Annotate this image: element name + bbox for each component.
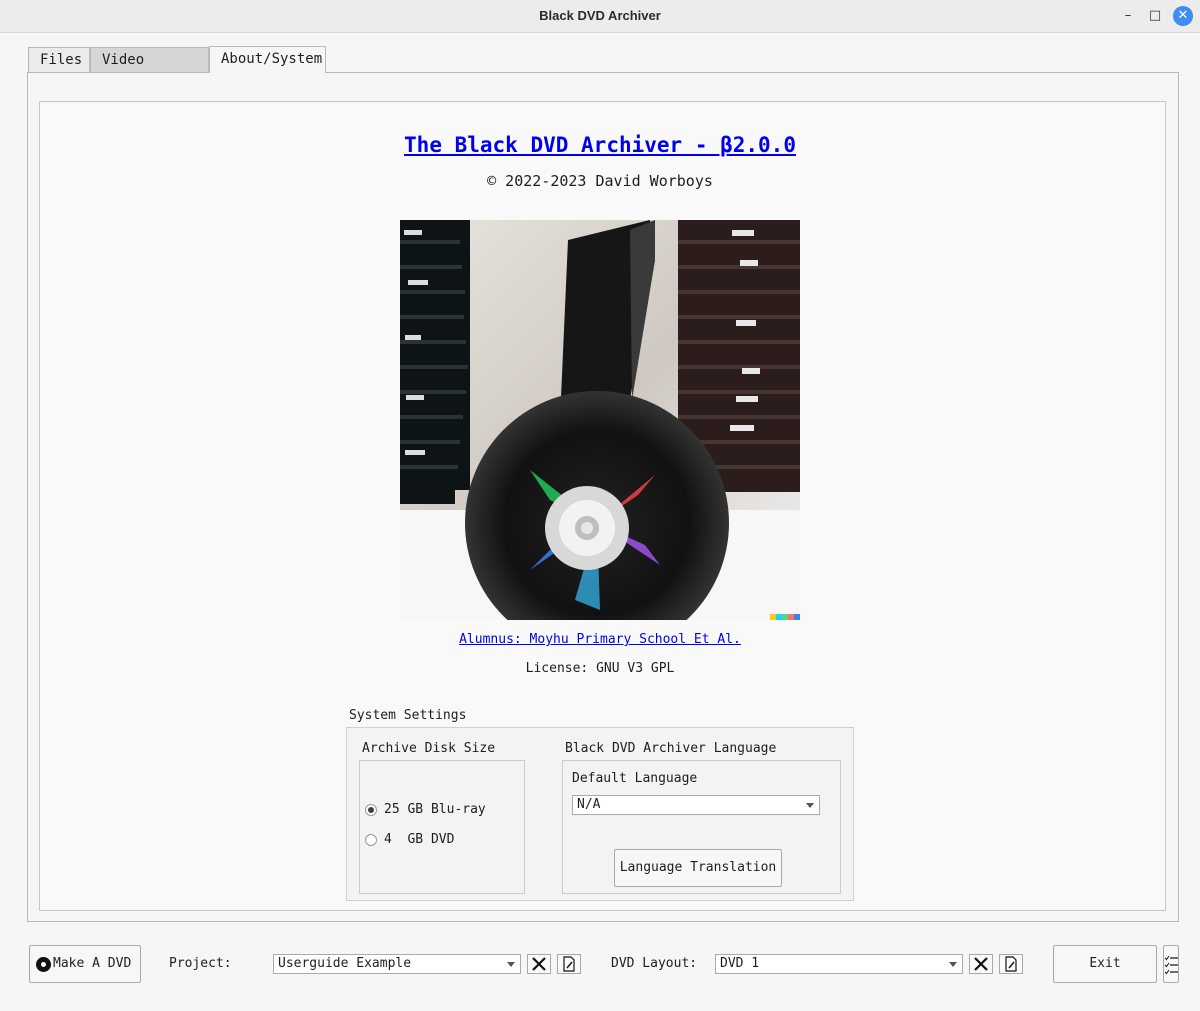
- edit-project-button[interactable]: [557, 954, 581, 974]
- dvd-layout-select-value: DVD 1: [720, 956, 760, 971]
- license-text: License: GNU V3 GPL: [525, 661, 675, 676]
- make-dvd-button[interactable]: Make A DVD: [29, 945, 141, 983]
- edit-file-icon: [1005, 956, 1017, 972]
- chevron-down-icon: [949, 962, 957, 967]
- copyright-text: © 2022-2023 David Worboys: [487, 172, 713, 190]
- edit-file-icon: [563, 956, 575, 972]
- title-bar: Black DVD Archiver – □ ✕: [0, 0, 1200, 33]
- disk-size-group: [359, 760, 525, 894]
- window-title: Black DVD Archiver: [539, 8, 661, 23]
- archive-disk-size-label: Archive Disk Size: [362, 741, 496, 756]
- alumnus-link[interactable]: Alumnus: Moyhu Primary School Et Al.: [0, 632, 1200, 647]
- app-title-link[interactable]: The Black DVD Archiver - β2.0.0: [0, 133, 1200, 157]
- task-list-button[interactable]: [1163, 945, 1179, 983]
- dvd-image: [400, 220, 800, 620]
- delete-project-button[interactable]: [527, 954, 551, 974]
- close-icon[interactable]: ✕: [1173, 6, 1193, 26]
- make-dvd-label: Make A DVD: [53, 956, 132, 971]
- radio-bluray[interactable]: [365, 803, 377, 816]
- language-translation-button[interactable]: Language Translation: [614, 849, 782, 887]
- delete-icon: [532, 957, 546, 971]
- language-select-value: N/A: [577, 797, 601, 812]
- chevron-down-icon: [806, 803, 814, 808]
- radio-dvd-label: 4 GB DVD: [384, 832, 455, 847]
- project-select-value: Userguide Example: [278, 956, 412, 971]
- tab-files[interactable]: Files: [28, 47, 90, 72]
- chevron-down-icon: [507, 962, 515, 967]
- exit-button[interactable]: Exit: [1053, 945, 1157, 983]
- checklist-icon: [1164, 955, 1178, 975]
- tab-video-editor[interactable]: Video Editor: [90, 47, 209, 93]
- default-language-label: Default Language: [572, 771, 698, 786]
- disk-option-dvd[interactable]: 4 GB DVD: [365, 832, 454, 847]
- delete-layout-button[interactable]: [969, 954, 993, 974]
- system-settings-label: System Settings: [349, 708, 467, 723]
- dvd-layout-select[interactable]: DVD 1: [715, 954, 963, 974]
- maximize-icon[interactable]: □: [1146, 7, 1164, 25]
- language-select[interactable]: N/A: [572, 795, 820, 815]
- delete-icon: [974, 957, 988, 971]
- minimize-icon[interactable]: –: [1119, 7, 1137, 25]
- radio-dvd[interactable]: [365, 833, 377, 846]
- project-label: Project:: [169, 956, 232, 971]
- project-select[interactable]: Userguide Example: [273, 954, 521, 974]
- edit-layout-button[interactable]: [999, 954, 1023, 974]
- disk-option-bluray[interactable]: 25 GB Blu-ray: [365, 802, 486, 817]
- language-section-label: Black DVD Archiver Language: [565, 741, 777, 756]
- radio-bluray-label: 25 GB Blu-ray: [384, 802, 486, 817]
- disc-icon: [36, 957, 51, 972]
- tab-about-system[interactable]: About/System: [209, 46, 326, 73]
- dvd-layout-label: DVD Layout:: [611, 956, 698, 971]
